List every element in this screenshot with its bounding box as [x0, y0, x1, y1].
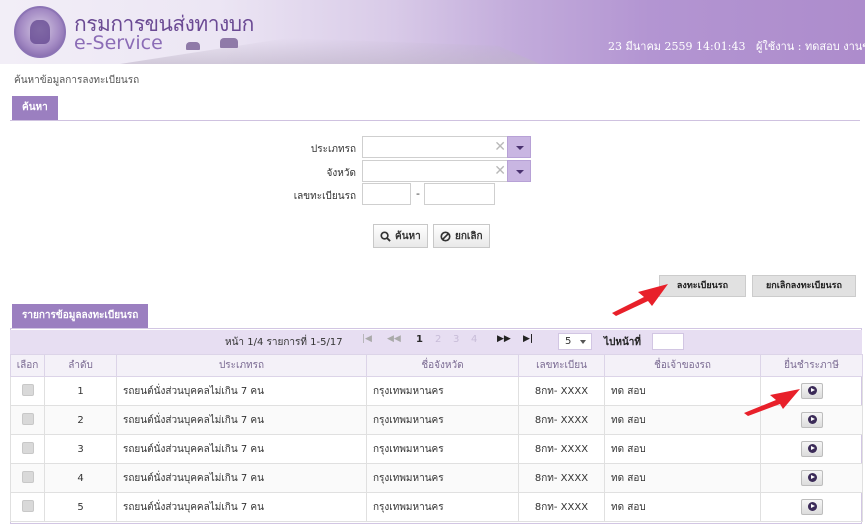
pager-info: หน้า 1/4 รายการที่ 1-5/17: [225, 337, 343, 348]
header-status: 23 มีนาคม 2559 14:01:43 ผู้ใช้งาน : ทดสอ…: [608, 37, 865, 55]
col-header-select: เลือก: [10, 354, 45, 377]
table-header-row: เลือก ลำดับ ประเภทรถ ชื่อจังหวัด เลขทะเบ…: [10, 354, 863, 377]
chevron-down-icon[interactable]: [507, 136, 531, 158]
dlt-seal-logo: [14, 6, 66, 58]
register-vehicle-button[interactable]: ลงทะเบียนรถ: [659, 275, 746, 297]
search-button[interactable]: ค้นหา: [373, 224, 428, 248]
plate-number-input[interactable]: [424, 183, 495, 205]
cancel-button[interactable]: ยกเลิก: [433, 224, 490, 248]
goto-page-label: ไปหน้าที่: [604, 337, 642, 348]
breadcrumb: ค้นหาข้อมูลการลงทะเบียนรถ: [14, 75, 140, 86]
row-seq: 3: [44, 434, 117, 464]
row-vehicle-type: รถยนต์นั่งส่วนบุคคลไม่เกิน 7 คน: [116, 492, 367, 522]
clear-icon[interactable]: ✕: [494, 164, 506, 178]
row-province: กรุงเทพมหานคร: [366, 463, 519, 493]
province-select[interactable]: ✕: [362, 160, 531, 182]
vehicle-type-select[interactable]: ✕: [362, 136, 531, 158]
page-size-select[interactable]: 5: [558, 333, 592, 350]
table-row: 2 รถยนต์นั่งส่วนบุคคลไม่เกิน 7 คน กรุงเท…: [10, 405, 863, 435]
row-owner: ทด สอบ: [604, 463, 761, 493]
pay-tax-button[interactable]: [800, 499, 823, 515]
row-checkbox[interactable]: [21, 383, 34, 396]
page-link[interactable]: 1: [416, 334, 423, 345]
plate-prefix-input[interactable]: [362, 183, 411, 205]
row-owner: ทด สอบ: [604, 376, 761, 406]
plate-label: เลขทะเบียนรถ: [293, 191, 356, 202]
table-row: 5 รถยนต์นั่งส่วนบุคคลไม่เกิน 7 คน กรุงเท…: [10, 492, 863, 522]
unregister-vehicle-button[interactable]: ยกเลิกลงทะเบียนรถ: [752, 275, 856, 297]
page-link[interactable]: 3: [453, 334, 459, 345]
row-plate: 8กท- XXXX: [518, 492, 605, 522]
row-province: กรุงเทพมหานคร: [366, 405, 519, 435]
car-icon: [220, 38, 238, 48]
row-seq: 5: [44, 492, 117, 522]
prev-page-icon[interactable]: ◀◀: [387, 334, 401, 344]
province-label: จังหวัด: [326, 168, 356, 179]
row-vehicle-type: รถยนต์นั่งส่วนบุคคลไม่เกิน 7 คน: [116, 405, 367, 435]
pay-tax-button[interactable]: [800, 383, 823, 399]
search-icon: [380, 230, 391, 242]
row-seq: 4: [44, 463, 117, 493]
row-province: กรุงเทพมหานคร: [366, 492, 519, 522]
row-checkbox[interactable]: [21, 441, 34, 454]
page-link[interactable]: 4: [471, 334, 477, 345]
pay-tax-button[interactable]: [800, 470, 823, 486]
results-panel-tab: รายการข้อมูลลงทะเบียนรถ: [12, 304, 149, 328]
car-icon: [186, 42, 200, 50]
row-owner: ทด สอบ: [604, 434, 761, 464]
header-road-graphic: [120, 38, 540, 64]
row-seq: 2: [44, 405, 117, 435]
goto-page-input[interactable]: [652, 333, 684, 350]
table-row: 3 รถยนต์นั่งส่วนบุคคลไม่เกิน 7 คน กรุงเท…: [10, 434, 863, 464]
row-vehicle-type: รถยนต์นั่งส่วนบุคคลไม่เกิน 7 คน: [116, 376, 367, 406]
col-header-pay-tax: ยื่นชำระภาษี: [760, 354, 863, 377]
service-name: e-Service: [74, 32, 163, 54]
row-vehicle-type: รถยนต์นั่งส่วนบุคคลไม่เกิน 7 คน: [116, 434, 367, 464]
cancel-icon: [440, 230, 451, 242]
results-table: เลือก ลำดับ ประเภทรถ ชื่อจังหวัด เลขทะเบ…: [10, 354, 863, 522]
vehicle-type-label: ประเภทรถ: [310, 144, 356, 155]
row-checkbox[interactable]: [21, 470, 34, 483]
next-page-icon[interactable]: ▶▶: [497, 334, 511, 344]
header-datetime: 23 มีนาคม 2559 14:01:43: [608, 40, 746, 53]
col-header-owner: ชื่อเจ้าของรถ: [604, 354, 761, 377]
col-header-vehicle-type: ประเภทรถ: [116, 354, 367, 377]
row-checkbox[interactable]: [21, 412, 34, 425]
col-header-seq: ลำดับ: [44, 354, 117, 377]
pay-tax-button[interactable]: [800, 412, 823, 428]
table-row: 1 รถยนต์นั่งส่วนบุคคลไม่เกิน 7 คน กรุงเท…: [10, 376, 863, 406]
annotation-arrow-icon: [744, 389, 800, 416]
search-button-label: ค้นหา: [395, 230, 421, 242]
row-vehicle-type: รถยนต์นั่งส่วนบุคคลไม่เกิน 7 คน: [116, 463, 367, 493]
last-page-icon[interactable]: ▶|: [523, 334, 533, 344]
chevron-down-icon[interactable]: [507, 160, 531, 182]
row-checkbox[interactable]: [21, 499, 34, 512]
cancel-button-label: ยกเลิก: [455, 230, 483, 242]
row-province: กรุงเทพมหานคร: [366, 434, 519, 464]
app-header: กรมการขนส่งทางบก e-Service 23 มีนาคม 255…: [0, 0, 865, 64]
search-panel-tab: ค้นหา: [12, 96, 58, 120]
pay-tax-button[interactable]: [800, 441, 823, 457]
pager-bar: หน้า 1/4 รายการที่ 1-5/17 |◀ ◀◀ 1 2 3 4 …: [10, 330, 862, 354]
clear-icon[interactable]: ✕: [494, 140, 506, 154]
row-province: กรุงเทพมหานคร: [366, 376, 519, 406]
first-page-icon[interactable]: |◀: [362, 334, 372, 344]
row-seq: 1: [44, 376, 117, 406]
row-owner: ทด สอบ: [604, 405, 761, 435]
row-plate: 8กท- XXXX: [518, 376, 605, 406]
header-user: ผู้ใช้งาน : ทดสอบ งานขนส่ง: [755, 40, 865, 53]
plate-dash: -: [416, 187, 420, 200]
table-row: 4 รถยนต์นั่งส่วนบุคคลไม่เกิน 7 คน กรุงเท…: [10, 463, 863, 493]
row-plate: 8กท- XXXX: [518, 405, 605, 435]
row-plate: 8กท- XXXX: [518, 434, 605, 464]
col-header-province: ชื่อจังหวัด: [366, 354, 519, 377]
page-link[interactable]: 2: [435, 334, 441, 345]
row-plate: 8กท- XXXX: [518, 463, 605, 493]
row-owner: ทด สอบ: [604, 492, 761, 522]
col-header-plate: เลขทะเบียน: [518, 354, 605, 377]
annotation-arrow-icon: [612, 284, 668, 316]
